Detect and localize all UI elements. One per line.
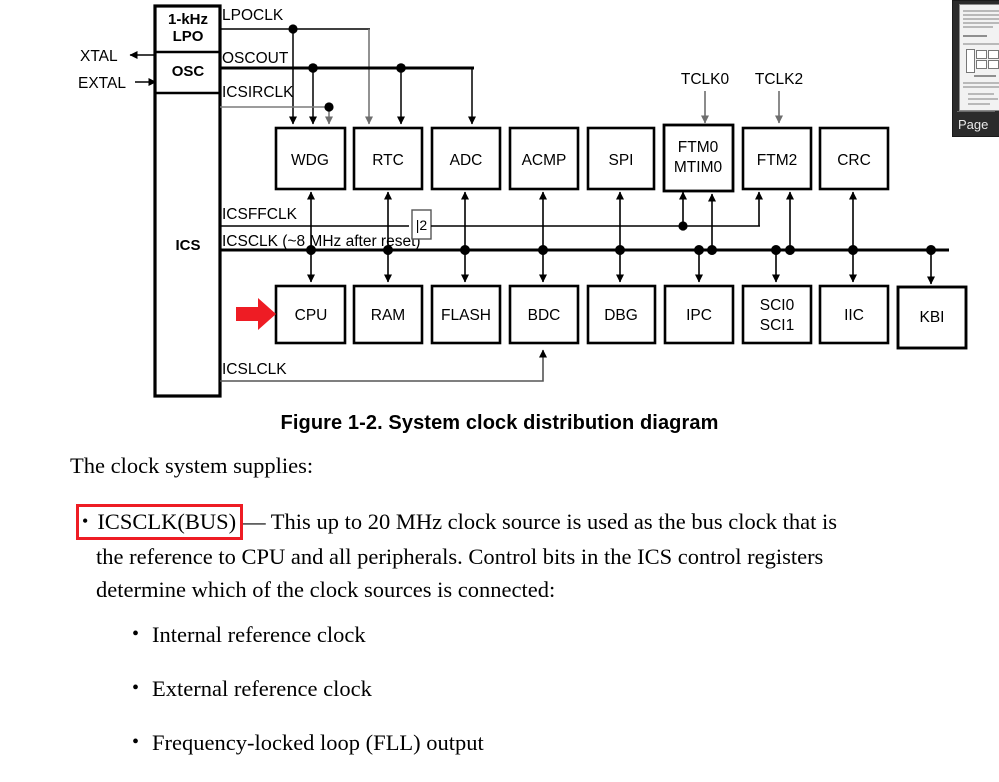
pdf-thumbnail-panel[interactable]: Page [952,0,999,137]
block-label-ftm0: FTM0 [678,139,719,156]
bullet-dot-icon: • [82,510,89,531]
block-ftm0-mtim0 [662,123,735,193]
block-sci0-sci1 [741,284,813,345]
bullet-dot-icon: • [132,622,140,645]
list-item: • Frequency-locked loop (FLL) output [70,728,970,758]
signal-label-icsirclk: ICSIRCLK [222,84,294,101]
block-label-wdg: WDG [291,152,329,169]
block-label-cpu: CPU [295,307,328,324]
block-label-bdc: BDC [528,307,561,324]
block-label-acmp: ACMP [522,152,567,169]
signal-label-oscout: OSCOUT [222,50,289,67]
highlight-term: ICSCLK(BUS) [97,508,237,534]
wire-lpoclk [220,24,373,125]
pin-label-extal: EXTAL [78,75,126,92]
red-annotation-arrow [236,298,276,330]
lead-paragraph: The clock system supplies: [70,453,314,478]
block-label-kbi: KBI [920,309,945,326]
figure-caption: Figure 1-2. System clock distribution di… [280,412,719,434]
bullet-line3: determine which of the clock sources is … [96,576,556,602]
clock-source-sub-list: • Internal reference clock • External refe… [70,620,970,758]
signal-label-icsffclk: ICSFFCLK [222,206,298,223]
list-item: • Internal reference clock [70,620,970,650]
block-label-ipc: IPC [686,307,712,324]
block-label-crc: CRC [837,152,871,169]
bottom-row-blocks: CPU RAM FLASH BDC DBG IPC SCI0 SCI1 IIC … [274,284,968,350]
block-label-dbg: DBG [604,307,638,324]
bullet-icsclk-bus: • ICSCLK(BUS) — This up to 20 MHz clock so… [70,503,970,606]
bullet-rest-line1: — This up to 20 MHz clock source is used… [243,508,837,534]
system-clock-distribution-diagram: XTAL EXTAL 1-kHz LPO OSC ICS LPOCLK OSCO… [0,0,999,400]
block-label-iic: IIC [844,307,864,324]
pin-label-xtal: XTAL [80,48,118,65]
top-row-blocks: WDG RTC ADC ACMP SPI FTM0 MTIM0 FTM2 CRC [274,123,890,193]
sub-bullet-label: Frequency-locked loop (FLL) output [152,729,484,755]
block-label-sci1: SCI1 [760,317,794,334]
signal-label-tclk2: TCLK2 [755,71,803,88]
block-label-ram: RAM [371,307,405,324]
page-thumbnail-image[interactable] [959,4,999,111]
diagram-canvas: XTAL EXTAL 1-kHz LPO OSC ICS LPOCLK OSCO… [78,4,968,398]
bullet-dot-icon: • [132,730,140,753]
body-text-region: The clock system supplies: • ICSCLK(BUS) —… [70,453,970,782]
highlight-box-icsclk-bus[interactable]: • ICSCLK(BUS) [76,503,244,540]
block-label-adc: ADC [450,152,483,169]
block-label-ftm2: FTM2 [757,152,797,169]
wire-icsffclk: |2 [220,191,763,240]
bullet-dot-icon: • [132,676,140,699]
sub-bullet-label: External reference clock [152,675,372,701]
signal-label-lpoclk: LPOCLK [222,7,284,24]
block-label-sci0: SCI0 [760,297,795,314]
ics-block-label: ICS [175,237,200,254]
block-label-spi: SPI [609,152,634,169]
lpo-block-label-line1: 1-kHz [168,11,208,28]
lpo-block-label-line2: LPO [173,28,204,45]
wire-icsirclk [220,102,334,125]
timer-clock-inputs: TCLK0 TCLK2 [681,71,803,124]
signal-label-tclk0: TCLK0 [681,71,730,88]
signal-label-icslclk: ICSLCLK [222,361,287,378]
osc-block-label: OSC [172,63,205,80]
block-label-mtim0: MTIM0 [674,159,723,176]
block-label-flash: FLASH [441,307,491,324]
sub-bullet-label: Internal reference clock [152,621,366,647]
block-label-rtc: RTC [372,152,404,169]
thumbnail-page-label: Page [953,112,999,136]
bullet-line2: the reference to CPU and all peripherals… [96,543,824,569]
divider-label: |2 [416,217,428,233]
list-item: • External reference clock [70,674,970,704]
